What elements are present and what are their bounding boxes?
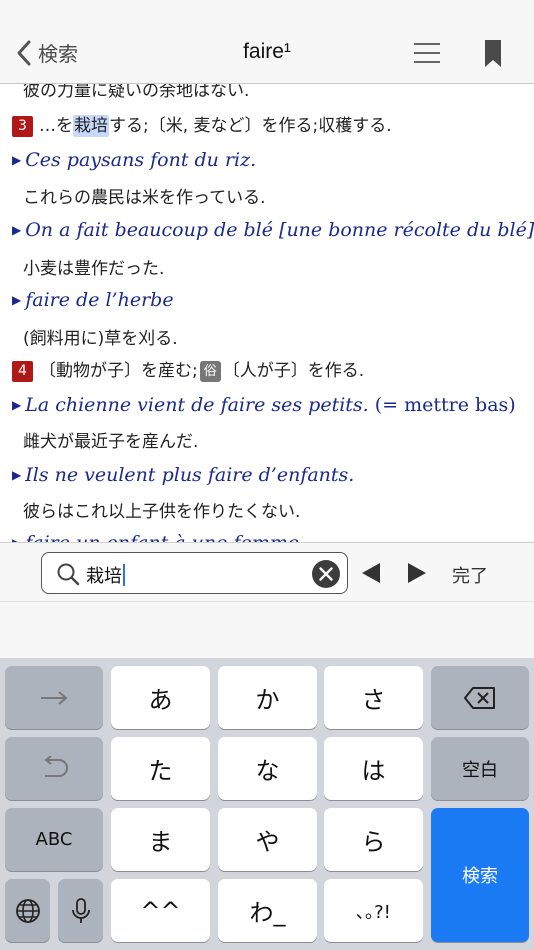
undo-key[interactable] [5,737,103,800]
example-text: Ces paysans font du riz. [25,149,257,171]
example-japanese: (飼料用に)草を刈る. [23,329,178,349]
arrow-right-icon [41,690,68,705]
example-japanese: 小麦は豊作だった. [23,259,165,279]
divider [0,601,534,602]
kana-key-ta[interactable]: た [111,737,210,800]
sense-text: 〔動物が子〕を産む; [39,361,198,381]
example-text: Ils ne veulent plus faire d’enfants. [25,464,355,486]
example-french[interactable]: ▶ Ils ne veulent plus faire d’enfants. [12,464,354,486]
sense-number-badge: 4 [12,361,33,382]
kana-key-a[interactable]: あ [111,666,210,729]
search-key[interactable]: 検索 [431,808,529,942]
play-triangle-icon: ▶ [12,153,22,167]
sense-4: 4 〔動物が子〕を産む; 俗〔人が子〕を作る. [12,356,364,382]
kana-key-na[interactable]: な [218,737,317,800]
example-japanese: 彼らはこれ以上子供を作りたくない. [23,502,301,522]
menu-icon[interactable] [414,42,440,64]
example-text: faire un enfant à une femme [25,532,299,542]
example-text: faire de l’herbe [25,289,174,311]
search-highlight: 栽培 [73,115,109,137]
kana-key-ya[interactable]: や [218,808,317,871]
kana-key-sa[interactable]: さ [324,666,423,729]
cursor-right-key[interactable] [5,666,103,729]
kana-key-ma[interactable]: ま [111,808,210,871]
sense-text: …を [39,116,73,136]
previous-icon[interactable] [360,562,382,584]
space-label: 空白 [462,759,498,781]
done-button[interactable]: 完了 [452,562,488,588]
play-triangle-icon: ▶ [12,398,22,412]
kana-key-wa[interactable]: わ_ [218,879,317,942]
play-triangle-icon: ▶ [12,468,22,482]
example-french[interactable]: ▶ faire de l’herbe [12,289,174,311]
sense-3: 3 …を栽培する;〔米, 麦など〕を作る;収穫する. [12,111,392,137]
punctuation-key[interactable]: ､｡?! [324,879,423,942]
search-icon [57,563,80,586]
example-japanese: これらの農民は米を作っている. [23,188,266,208]
example-text: On a fait beaucoup de blé [une bonne réc… [25,219,534,241]
play-triangle-icon: ▶ [12,223,22,237]
next-icon[interactable] [406,562,428,584]
play-triangle-icon: ▶ [12,293,22,307]
example-french[interactable]: ▶ On a fait beaucoup de blé [une bonne ré… [12,219,534,241]
page-title: faire¹ [243,40,291,63]
dictation-key[interactable] [58,879,103,942]
microphone-icon [71,897,90,923]
backspace-icon [464,686,495,709]
example-french[interactable]: ▶faire un enfant à une femme [12,532,299,542]
example-french[interactable]: ▶ Ces paysans font du riz. [12,149,256,171]
search-value: 栽培 [86,562,125,588]
globe-key[interactable] [5,879,50,942]
example-french[interactable]: ▶ La chienne vient de faire ses petits. (… [12,394,516,416]
japanese-kana-keyboard: あ か さ た な は 空白 ABC ま や ら 検索 ^^ わ_ ､｡?! [0,658,534,950]
dictionary-entry: 彼の力量に疑いの余地はない. 3 …を栽培する;〔米, 麦など〕を作る;収穫する.… [0,84,534,542]
sense-text: 〔人が子〕を作る. [222,361,365,381]
text-line: 彼の力量に疑いの余地はない. [23,84,250,101]
text-caret [123,564,125,586]
search-text: 栽培 [86,566,122,587]
example-text: La chienne vient de faire ses petits. [25,394,369,416]
dakuten-key[interactable]: ^^ [111,879,210,942]
kana-key-ra[interactable]: ら [324,808,423,871]
space-key[interactable]: 空白 [431,737,529,800]
abc-label: ABC [35,829,73,850]
kana-key-ha[interactable]: は [324,737,423,800]
delete-key[interactable] [431,666,529,729]
abc-key[interactable]: ABC [5,808,103,871]
example-japanese: 雌犬が最近子を産んだ. [23,432,199,452]
undo-icon [44,755,68,777]
find-in-page-bar: 栽培 完了 [0,542,534,658]
bookmark-icon[interactable] [485,40,501,68]
kana-key-ka[interactable]: か [218,666,317,729]
search-input[interactable]: 栽培 [41,552,348,594]
sense-text: する;〔米, 麦など〕を作る;収穫する. [109,116,392,136]
punctuation-label: ､｡?! [356,901,391,923]
globe-icon [15,898,40,923]
sense-number-badge: 3 [12,116,33,137]
example-note: (= mettre bas) [368,394,516,416]
navigation-bar: 検索 faire¹ [0,0,534,84]
clear-icon[interactable] [311,559,341,589]
register-tag-badge: 俗 [199,361,221,382]
